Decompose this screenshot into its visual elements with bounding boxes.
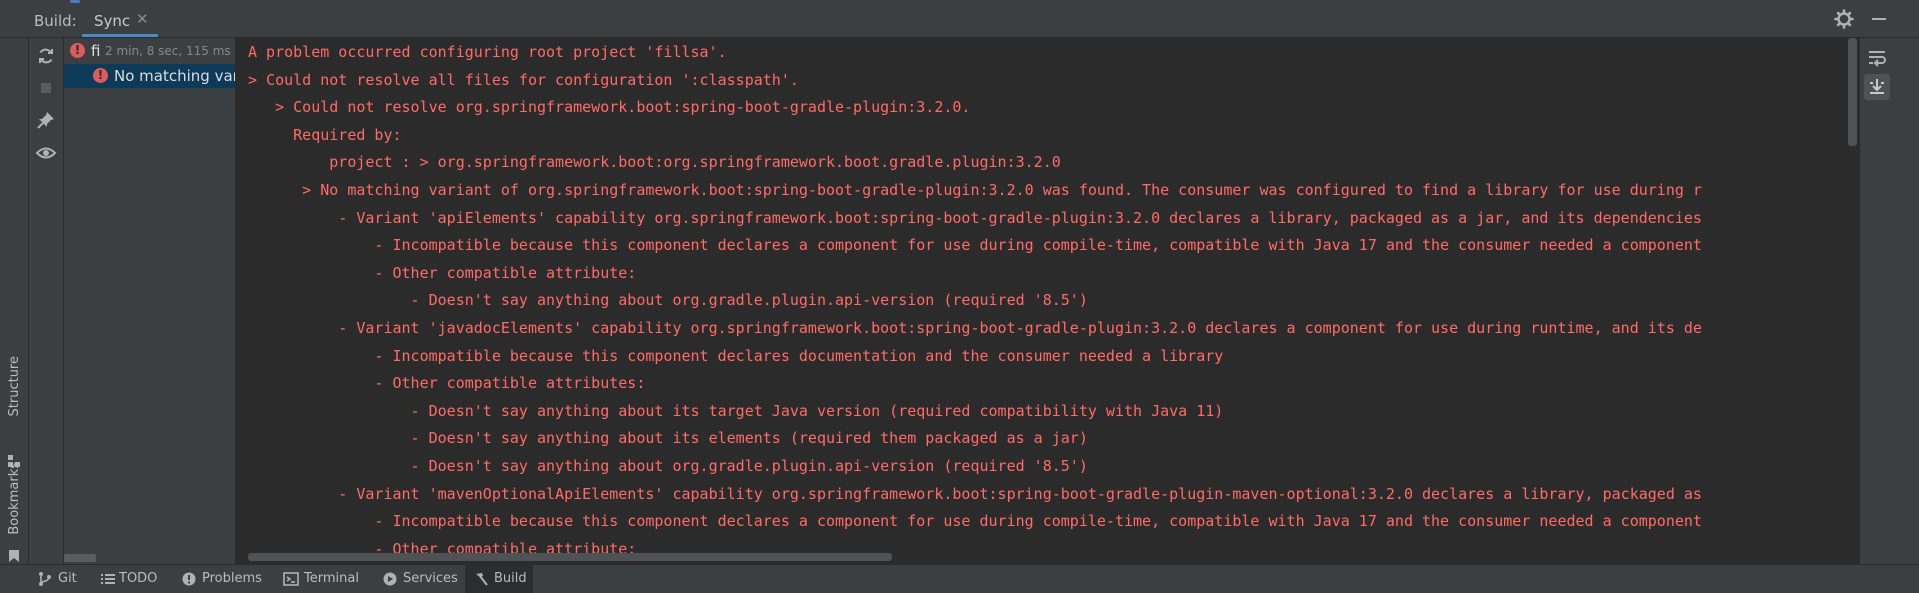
- tab-git[interactable]: Git: [30, 565, 80, 593]
- console-line: - Variant 'javadocElements' capability o…: [248, 318, 1702, 337]
- eye-icon[interactable]: [35, 142, 57, 164]
- structure-tab-label: Structure: [7, 356, 22, 417]
- sync-icon[interactable]: [35, 45, 57, 67]
- tree-child-item[interactable]: ! No matching vari: [64, 64, 235, 88]
- tab-services[interactable]: Services: [377, 565, 463, 593]
- gear-icon[interactable]: [1833, 8, 1855, 30]
- git-branch-icon: [37, 571, 53, 587]
- tab-services-label: Services: [403, 571, 458, 586]
- tree-item-name: No matching vari: [114, 67, 235, 85]
- services-icon: [382, 571, 398, 587]
- build-actions: [29, 38, 64, 564]
- console-lines: A problem occurred configuring root proj…: [248, 39, 1858, 563]
- minimize-icon[interactable]: [1868, 8, 1890, 30]
- tree-item-duration: 2 min, 8 sec, 115 ms: [105, 44, 231, 58]
- tab-sync-label: Sync: [94, 12, 131, 30]
- console-line: - Incompatible because this component de…: [248, 346, 1224, 365]
- console-line: - Incompatible because this component de…: [248, 512, 1702, 531]
- tab-git-label: Git: [58, 571, 77, 586]
- console-line: - Incompatible because this component de…: [248, 236, 1702, 255]
- console-line: - Doesn't say anything about its target …: [248, 401, 1224, 420]
- tab-todo-label: TODO: [119, 571, 158, 586]
- build-toolwindow-header: Build: Sync ✕: [0, 3, 1919, 38]
- bottom-toolwindow-bar: Git TODO Problems Terminal Services Buil…: [0, 564, 1919, 593]
- terminal-icon: [283, 571, 299, 587]
- console-line: - Doesn't say anything about org.gradle.…: [248, 456, 1088, 475]
- error-icon: !: [93, 68, 108, 83]
- console-line: - Variant 'apiElements' capability org.s…: [248, 208, 1702, 227]
- problems-icon: [181, 571, 197, 587]
- tab-problems[interactable]: Problems: [176, 565, 266, 593]
- tree-root-item[interactable]: ! fi 2 min, 8 sec, 115 ms: [64, 39, 235, 63]
- console-side-actions: [1859, 38, 1919, 564]
- tab-active-underline: [82, 34, 158, 37]
- console-line: - Variant 'mavenOptionalApiElements' cap…: [248, 484, 1702, 503]
- console-line: - Doesn't say anything about org.gradle.…: [248, 291, 1088, 310]
- tab-terminal-label: Terminal: [304, 571, 359, 586]
- console-line: - Other compatible attribute:: [248, 263, 637, 282]
- pin-icon[interactable]: [35, 109, 57, 131]
- console-horizontal-scrollbar[interactable]: [248, 553, 892, 561]
- stop-icon[interactable]: [35, 77, 57, 99]
- build-tree: ! fi 2 min, 8 sec, 115 ms ! No matching …: [64, 38, 236, 564]
- console-line: project : > org.springframework.boot:org…: [248, 153, 1061, 172]
- console-vertical-scrollbar[interactable]: [1848, 38, 1857, 146]
- build-hammer-icon: [473, 571, 489, 587]
- list-icon: [100, 571, 116, 587]
- tab-build[interactable]: Build: [465, 565, 533, 593]
- console-line: > No matching variant of org.springframe…: [248, 180, 1702, 199]
- build-console-output[interactable]: A problem occurred configuring root proj…: [236, 38, 1858, 564]
- tree-horizontal-scrollbar[interactable]: [64, 554, 96, 562]
- toolwindow-title: Build:: [34, 12, 77, 30]
- left-tool-strip: Structure Bookmarks: [0, 38, 29, 564]
- tab-build-label: Build: [494, 571, 527, 586]
- console-line: - Doesn't say anything about its element…: [248, 429, 1088, 448]
- console-line: > Could not resolve all files for config…: [248, 70, 799, 89]
- console-line: Required by:: [248, 125, 402, 144]
- bookmarks-tab-label: Bookmarks: [7, 462, 22, 535]
- soft-wrap-icon[interactable]: [1864, 44, 1890, 70]
- tab-terminal[interactable]: Terminal: [278, 565, 368, 593]
- bookmark-icon: [8, 549, 20, 563]
- tab-sync[interactable]: Sync ✕: [82, 3, 158, 37]
- bookmarks-tab[interactable]: Bookmarks: [3, 458, 25, 568]
- console-line: > Could not resolve org.springframework.…: [248, 98, 971, 117]
- tab-close-icon[interactable]: ✕: [136, 10, 149, 28]
- tree-item-name: fi: [91, 42, 101, 60]
- console-line: A problem occurred configuring root proj…: [248, 43, 727, 61]
- tab-todo[interactable]: TODO: [93, 565, 165, 593]
- error-icon: !: [70, 43, 85, 58]
- tab-problems-label: Problems: [202, 571, 262, 586]
- console-line: - Other compatible attributes:: [248, 374, 646, 393]
- scroll-to-end-icon[interactable]: [1864, 74, 1890, 100]
